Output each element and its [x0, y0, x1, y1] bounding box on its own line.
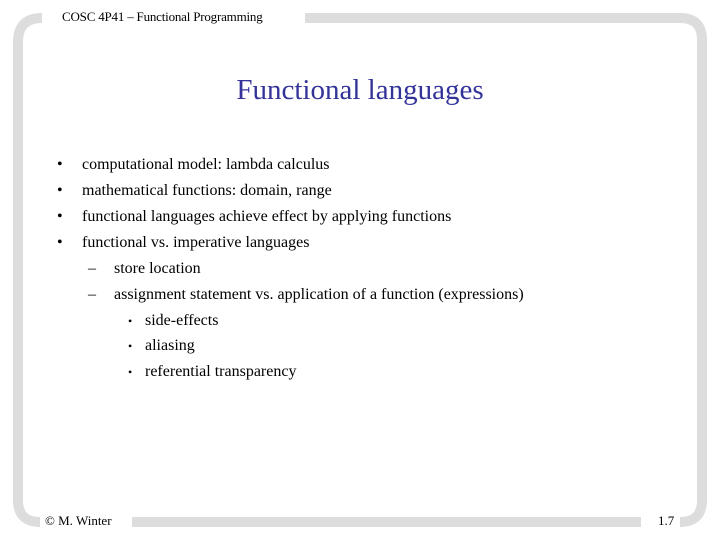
frame-bottom-band [132, 517, 641, 527]
list-item-text: assignment statement vs. application of … [114, 286, 524, 303]
list-item-text: side-effects [145, 312, 219, 329]
bullet-marker: • [128, 339, 133, 353]
list-item-text: referential transparency [145, 363, 297, 380]
bullet-marker: • [128, 365, 133, 379]
list-item-text: functional vs. imperative languages [82, 234, 310, 251]
bullet-marker: • [57, 182, 63, 199]
dash-marker: – [88, 260, 96, 277]
bullet-marker: • [128, 314, 133, 328]
list-item-text: aliasing [145, 337, 195, 354]
list-item-text: mathematical functions: domain, range [82, 182, 332, 199]
bullet-marker: • [57, 208, 63, 225]
list-item-text: computational model: lambda calculus [82, 156, 330, 173]
list-item-text: store location [114, 260, 201, 277]
dash-marker: – [88, 286, 96, 303]
slide-title: Functional languages [236, 74, 484, 106]
course-header: COSC 4P41 – Functional Programming [62, 9, 263, 24]
page-number: 1.7 [658, 513, 675, 528]
bullet-marker: • [57, 156, 63, 173]
bullet-marker: • [57, 234, 63, 251]
list-item-text: functional languages achieve effect by a… [82, 208, 452, 225]
author-footer: © M. Winter [45, 513, 112, 528]
